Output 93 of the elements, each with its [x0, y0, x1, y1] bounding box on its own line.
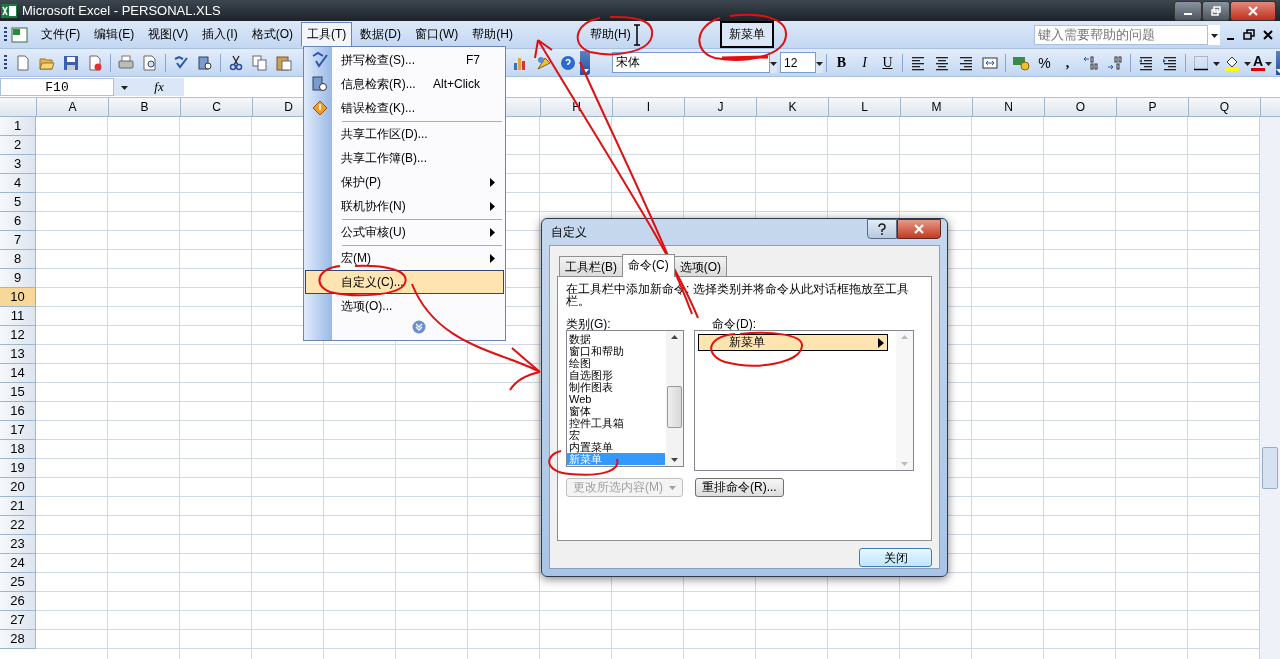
menu-item[interactable]: 联机协作(N) — [305, 194, 504, 218]
row-header[interactable]: 2 — [0, 136, 36, 155]
menu-item[interactable]: 信息检索(R)... Alt+Click — [305, 72, 504, 96]
menu-item[interactable]: 视图(V) — [142, 22, 195, 47]
row-header[interactable]: 17 — [0, 421, 36, 440]
column-header[interactable]: J — [685, 98, 757, 116]
menu-item[interactable]: 新菜单 — [719, 21, 774, 48]
column-header[interactable]: K — [757, 98, 829, 116]
categories-label: 类别(G): — [566, 316, 612, 329]
list-item[interactable]: 数据 — [567, 333, 665, 345]
dialog-title: 自定义 — [551, 223, 587, 241]
row-header[interactable]: 8 — [0, 250, 36, 269]
italic-button[interactable]: I — [853, 54, 876, 71]
column-header[interactable]: M — [901, 98, 973, 116]
list-item[interactable]: 内置菜单 — [567, 441, 665, 453]
row-header[interactable]: 6 — [0, 212, 36, 231]
tab[interactable]: 命令(C) — [622, 254, 675, 277]
row-header[interactable]: 14 — [0, 364, 36, 383]
row-header[interactable]: 12 — [0, 326, 36, 345]
list-item[interactable]: 窗口和帮助 — [567, 345, 665, 357]
menu-item[interactable]: 自定义(C)... — [305, 270, 504, 294]
bold-button[interactable]: B — [830, 54, 853, 71]
menu-item[interactable]: 宏(M) — [305, 244, 504, 270]
menu-item[interactable]: 工具(T) — [301, 22, 353, 47]
menu-item[interactable]: 共享工作区(D)... — [305, 120, 504, 146]
row-header[interactable]: 18 — [0, 440, 36, 459]
close-dialog-button[interactable]: 关闭 — [859, 548, 932, 567]
menu-item[interactable]: 格式(O) — [245, 22, 299, 47]
row-header[interactable]: 19 — [0, 459, 36, 478]
list-item[interactable]: 制作图表 — [567, 381, 665, 393]
menu-item[interactable]: 保护(P) — [305, 170, 504, 194]
menu-item[interactable]: 共享工作簿(B)... — [305, 146, 504, 170]
row-header[interactable]: 22 — [0, 516, 36, 535]
menu-item[interactable]: 帮助(H) — [466, 22, 519, 47]
menu-item[interactable]: 拼写检查(S)... F7 — [305, 48, 504, 72]
underline-button[interactable]: U — [876, 54, 899, 71]
row-header[interactable]: 23 — [0, 535, 36, 554]
column-header[interactable]: B — [109, 98, 181, 116]
menu-item[interactable]: 数据(D) — [354, 22, 407, 47]
row-header[interactable]: 25 — [0, 573, 36, 592]
rearrange-commands-button[interactable]: 重排命令(R)... — [695, 478, 784, 497]
row-header[interactable]: 4 — [0, 174, 36, 193]
list-item[interactable]: 窗体 — [567, 405, 665, 417]
row-header[interactable]: 10 — [0, 288, 36, 307]
column-header[interactable]: N — [973, 98, 1045, 116]
font-field[interactable]: 宋体 — [612, 52, 770, 73]
menu-item[interactable]: 文件(F) — [35, 22, 87, 47]
row-header[interactable]: 5 — [0, 193, 36, 212]
row-header[interactable]: 26 — [0, 592, 36, 611]
column-header[interactable]: A — [37, 98, 109, 116]
column-header[interactable]: L — [829, 98, 901, 116]
menu-item[interactable]: 插入(I) — [196, 22, 244, 47]
list-item[interactable]: 宏 — [567, 429, 665, 441]
list-item[interactable]: 控件工具箱 — [567, 417, 665, 429]
row-header[interactable]: 27 — [0, 611, 36, 630]
categories-list[interactable]: 数据 窗口和帮助 绘图 自选图形 制作图表 Web 窗体 控件工具箱 宏 内置菜单 新菜单 — [566, 330, 684, 467]
list-item[interactable]: 新菜单 — [698, 334, 888, 351]
row-header[interactable]: 7 — [0, 231, 36, 250]
row-header[interactable]: 20 — [0, 478, 36, 497]
row-header[interactable]: 24 — [0, 554, 36, 573]
column-header[interactable]: C — [181, 98, 253, 116]
commands-label: 命令(D): — [712, 316, 756, 329]
menu-item[interactable]: 帮助(H) — [581, 21, 640, 48]
row-header[interactable]: 16 — [0, 402, 36, 421]
commands-list[interactable]: 新菜单 — [694, 330, 914, 471]
menu-item[interactable]: 选项(O)... — [305, 294, 504, 318]
row-header[interactable]: 11 — [0, 307, 36, 326]
list-item[interactable]: 自选图形 — [567, 369, 665, 381]
row-header[interactable]: 15 — [0, 383, 36, 402]
name-box[interactable]: F10 — [0, 78, 114, 96]
row-header[interactable]: 3 — [0, 155, 36, 174]
insert-function-button[interactable]: fx — [134, 78, 184, 96]
comma-button[interactable]: , — [1056, 54, 1079, 71]
help-search-field[interactable]: 键入需要帮助的问题 — [1034, 24, 1208, 45]
row-header[interactable]: 21 — [0, 497, 36, 516]
font-size-field[interactable]: 12 — [780, 52, 816, 73]
list-item[interactable]: 绘图 — [567, 357, 665, 369]
tab[interactable]: 工具栏(B) — [559, 256, 623, 276]
column-header[interactable]: I — [613, 98, 685, 116]
percent-button[interactable]: % — [1033, 54, 1056, 71]
menu-item[interactable]: 公式审核(U) — [305, 218, 504, 244]
column-header[interactable]: Q — [1189, 98, 1261, 116]
window-title: Microsoft Excel - PERSONAL.XLS — [22, 3, 221, 18]
row-header[interactable]: 28 — [0, 630, 36, 649]
menu-item[interactable]: 编辑(E) — [88, 22, 141, 47]
tab[interactable]: 选项(O) — [673, 256, 727, 276]
list-item[interactable]: Web — [567, 393, 665, 405]
row-header[interactable]: 13 — [0, 345, 36, 364]
menu-item[interactable]: 窗口(W) — [409, 22, 465, 47]
column-header[interactable]: O — [1045, 98, 1117, 116]
row-header[interactable]: 1 — [0, 117, 36, 136]
row-header[interactable]: 9 — [0, 269, 36, 288]
column-header[interactable]: P — [1117, 98, 1189, 116]
